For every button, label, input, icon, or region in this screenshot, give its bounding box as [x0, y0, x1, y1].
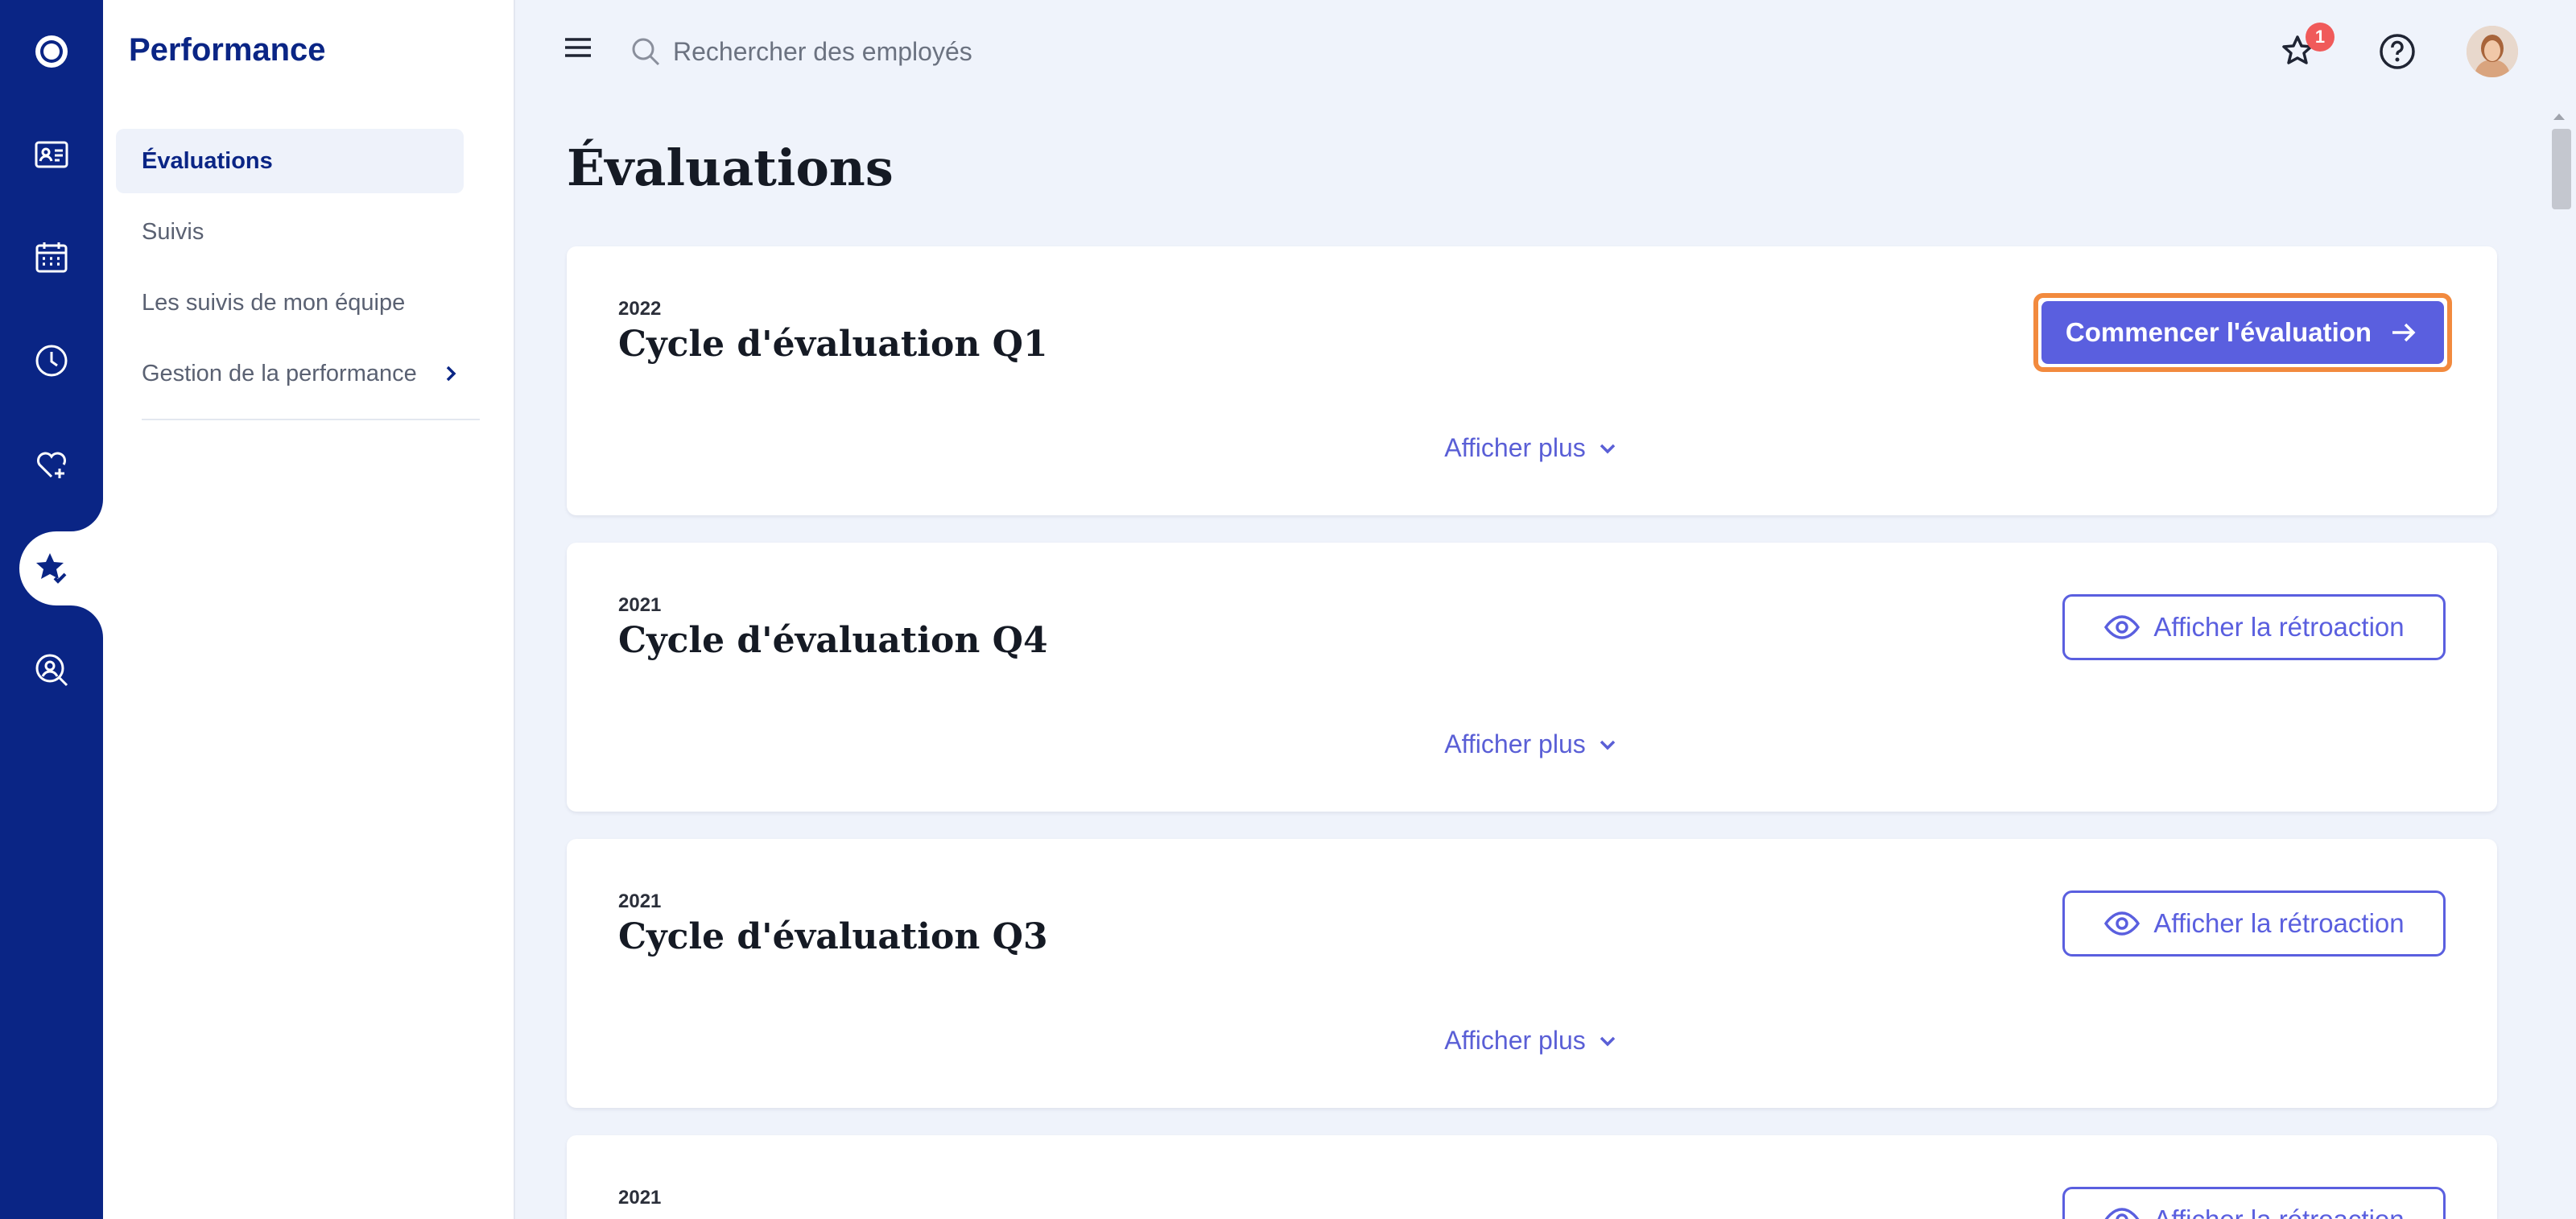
clock-icon[interactable]: [0, 324, 103, 398]
start-evaluation-button[interactable]: Commencer l'évaluation: [2041, 301, 2444, 364]
scrollbar[interactable]: [2547, 105, 2571, 1219]
icon-rail: [0, 0, 103, 1219]
performance-subnav: Performance Évaluations Suivis Les suivi…: [103, 0, 515, 1219]
subnav-item-suivis[interactable]: Suivis: [116, 200, 464, 264]
search-person-icon[interactable]: [0, 633, 103, 707]
employee-search-input[interactable]: [673, 27, 1397, 76]
id-card-icon[interactable]: [0, 118, 103, 192]
eye-icon: [2104, 1208, 2140, 1219]
subnav-item-label: Gestion de la performance: [142, 360, 417, 386]
show-more-label: Afficher plus: [1444, 433, 1586, 462]
scroll-up-arrow-icon[interactable]: [2550, 108, 2568, 126]
show-more-button[interactable]: Afficher plus: [567, 1026, 2497, 1056]
subnav-item-label: Évaluations: [142, 147, 273, 174]
button-label: Afficher la rétroaction: [2153, 1205, 2404, 1219]
chevron-down-icon: [1600, 740, 1615, 750]
heart-plus-icon[interactable]: [0, 427, 103, 501]
subnav-item-label: Les suivis de mon équipe: [142, 289, 406, 316]
evaluation-cycle-card: 2021 Cycle d'évaluation Q4 Afficher la r…: [567, 543, 2497, 812]
hamburger-menu-icon[interactable]: [564, 35, 592, 60]
scrollbar-thumb[interactable]: [2552, 129, 2571, 209]
chevron-right-icon: [446, 366, 456, 382]
help-icon[interactable]: [2375, 29, 2420, 74]
notification-badge: 1: [2306, 23, 2334, 52]
cycle-title: Cycle d'évaluation Q4: [618, 620, 1048, 661]
button-label: Afficher la rétroaction: [2153, 612, 2405, 642]
cycle-title: Cycle d'évaluation Q3: [618, 916, 1048, 957]
arrow-right-icon: [2392, 323, 2416, 342]
rail-notch: [19, 499, 103, 531]
evaluation-cycle-card: 2021 Cycle d'évaluation Q3 Afficher la r…: [567, 839, 2497, 1108]
page-title: Évaluations: [567, 138, 894, 197]
show-more-button[interactable]: Afficher plus: [567, 433, 2497, 463]
subnav-item-team-followups[interactable]: Les suivis de mon équipe: [116, 271, 464, 335]
cycle-title: Cycle d'évaluation Q1: [618, 324, 1048, 365]
view-feedback-button[interactable]: Afficher la rétroaction: [2062, 890, 2446, 957]
cycle-year: 2021: [618, 594, 662, 616]
start-evaluation-highlight: Commencer l'évaluation: [2033, 293, 2452, 372]
subnav-item-label: Suivis: [142, 218, 204, 245]
evaluation-cycle-card: 2022 Cycle d'évaluation Q1 Commencer l'é…: [567, 246, 2497, 515]
eye-icon: [2104, 911, 2140, 936]
show-more-label: Afficher plus: [1444, 1026, 1586, 1055]
button-label: Commencer l'évaluation: [2065, 317, 2372, 347]
view-feedback-button[interactable]: Afficher la rétroaction: [2062, 594, 2446, 660]
divider: [142, 419, 480, 420]
show-more-button[interactable]: Afficher plus: [567, 729, 2497, 759]
eye-icon: [2104, 615, 2140, 639]
logo-icon[interactable]: [0, 14, 103, 89]
subnav-item-performance-management[interactable]: Gestion de la performance: [116, 341, 464, 406]
star-check-icon[interactable]: [0, 531, 103, 605]
subnav-item-evaluations[interactable]: Évaluations: [116, 129, 464, 193]
show-more-label: Afficher plus: [1444, 729, 1586, 758]
search-icon: [632, 38, 660, 66]
view-feedback-button[interactable]: Afficher la rétroaction: [2062, 1187, 2446, 1219]
cycle-year: 2021: [618, 1187, 662, 1209]
chevron-down-icon: [1600, 444, 1615, 453]
evaluation-cycle-card: 2021 Afficher la rétroaction: [567, 1135, 2497, 1219]
cycle-year: 2021: [618, 890, 662, 912]
calendar-icon[interactable]: [0, 221, 103, 295]
section-title: Performance: [129, 32, 326, 68]
button-label: Afficher la rétroaction: [2153, 908, 2405, 938]
cycle-year: 2022: [618, 298, 662, 320]
chevron-down-icon: [1600, 1036, 1615, 1046]
avatar[interactable]: [2467, 26, 2518, 77]
